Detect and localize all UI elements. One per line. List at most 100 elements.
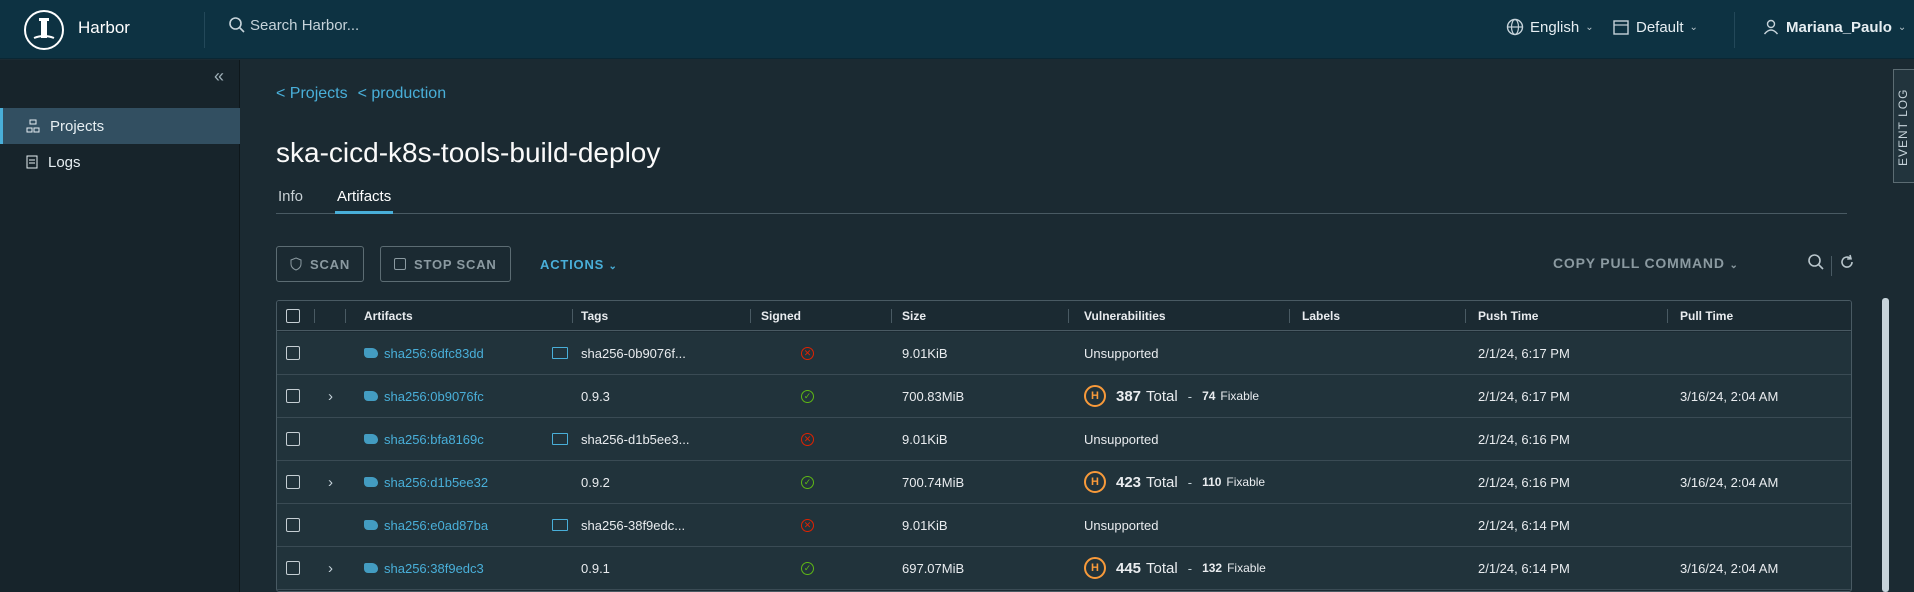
row-expand-chevron-icon[interactable]: ›: [328, 461, 333, 503]
artifact-digest[interactable]: sha256:38f9edc3: [384, 561, 484, 576]
docker-icon: [364, 563, 378, 573]
row-select-checkbox[interactable]: [286, 504, 300, 546]
vuln-dash: -: [1187, 560, 1193, 576]
vulnerability-summary[interactable]: H 387 Total -74 Fixable: [1084, 375, 1259, 417]
table-row[interactable]: › sha256:0b9076fc 0.9.3 ✓ 700.83MiB H 387 Total…: [277, 375, 1851, 418]
table-row[interactable]: › sha256:d1b5ee32 0.9.2 ✓ 700.74MiB H 423 Total…: [277, 461, 1851, 504]
vulnerability-unsupported: Unsupported: [1084, 345, 1159, 361]
table-row[interactable]: sha256:6dfc83dd sha256-0b9076f... ✕ 9.01KiB…: [277, 332, 1851, 375]
main-content: < Projects < production ska-cicd-k8s-too…: [241, 60, 1891, 592]
artifact-link[interactable]: sha256:d1b5ee32: [364, 461, 488, 503]
tab-artifacts[interactable]: Artifacts: [335, 188, 394, 214]
artifact-digest[interactable]: sha256:e0ad87ba: [384, 518, 488, 533]
signed-check-icon: ✓: [801, 547, 814, 589]
sidebar-item-logs[interactable]: Logs: [0, 144, 240, 180]
row-select-checkbox[interactable]: [286, 332, 300, 374]
artifact-digest[interactable]: sha256:0b9076fc: [384, 389, 484, 404]
column-header-labels[interactable]: Labels: [1302, 301, 1340, 330]
collapse-sidebar-icon[interactable]: «: [214, 66, 224, 87]
copy-pull-command-dropdown[interactable]: COPY PULL COMMAND ⌄: [1553, 255, 1739, 271]
row-select-checkbox[interactable]: [286, 547, 300, 589]
pull-time-cell: 3/16/24, 2:04 AM: [1680, 560, 1779, 576]
table-row[interactable]: sha256:bfa8169c sha256-d1b5ee3... ✕ 9.01KiB…: [277, 418, 1851, 461]
pull-time-cell: 3/16/24, 2:04 AM: [1680, 474, 1779, 490]
search-icon: [229, 17, 245, 33]
artifact-link[interactable]: sha256:0b9076fc: [364, 375, 484, 417]
artifact-link[interactable]: sha256:bfa8169c: [364, 418, 484, 460]
unsigned-x-icon: ✕: [801, 504, 814, 546]
column-header-size[interactable]: Size: [902, 301, 926, 330]
column-separator: [1465, 309, 1466, 323]
size-cell: 700.83MiB: [902, 388, 965, 404]
chevron-down-icon: ⌄: [1585, 21, 1594, 33]
search-placeholder[interactable]: Search Harbor...: [250, 17, 359, 34]
artifact-link[interactable]: sha256:e0ad87ba: [364, 504, 488, 546]
global-search[interactable]: Search Harbor...: [228, 16, 359, 34]
unsigned-x-icon: ✕: [801, 418, 814, 460]
artifact-link[interactable]: sha256:38f9edc3: [364, 547, 484, 589]
toolbar-divider: [1831, 256, 1832, 276]
push-time-cell: 2/1/24, 6:17 PM: [1478, 388, 1570, 404]
artifact-link[interactable]: sha256:6dfc83dd: [364, 332, 484, 374]
artifact-digest[interactable]: sha256:d1b5ee32: [384, 475, 488, 490]
vulnerability-unsupported: Unsupported: [1084, 431, 1159, 447]
select-all-checkbox[interactable]: [286, 301, 300, 330]
row-expand-chevron-icon[interactable]: ›: [328, 375, 333, 417]
actions-dropdown[interactable]: ACTIONS ⌄: [540, 257, 618, 272]
vulnerability-summary[interactable]: H 445 Total -132 Fixable: [1084, 547, 1266, 589]
column-header-artifacts[interactable]: Artifacts: [364, 301, 413, 330]
sidebar-item-label: Projects: [50, 117, 105, 135]
language-dropdown[interactable]: English ⌄: [1506, 18, 1594, 36]
artifacts-datagrid: Artifacts Tags Signed Size Vulnerabiliti…: [276, 300, 1852, 592]
size-cell: 9.01KiB: [902, 431, 948, 447]
column-header-tags[interactable]: Tags: [581, 301, 608, 330]
vuln-fixable-label: Fixable: [1220, 389, 1260, 403]
artifact-digest[interactable]: sha256:6dfc83dd: [384, 346, 484, 361]
brand-name[interactable]: Harbor: [78, 18, 130, 38]
stop-scan-button[interactable]: STOP SCAN: [380, 246, 511, 282]
breadcrumb-projects-link[interactable]: < Projects: [276, 85, 348, 103]
vuln-fixable-label: Fixable: [1227, 561, 1266, 575]
calendar-icon: [1613, 20, 1629, 35]
row-expand-chevron-icon[interactable]: ›: [328, 547, 333, 589]
refresh-icon[interactable]: [1838, 253, 1856, 276]
severity-high-icon: H: [1084, 471, 1106, 493]
column-separator: [572, 309, 573, 323]
vulnerability-summary[interactable]: H 423 Total -110 Fixable: [1084, 461, 1265, 503]
row-select-checkbox[interactable]: [286, 461, 300, 503]
vuln-total: 423: [1116, 473, 1142, 491]
top-navigation-bar: Harbor Search Harbor... English ⌄ Defaul…: [0, 0, 1914, 59]
scheme-dropdown[interactable]: Default ⌄: [1612, 18, 1698, 36]
folder-icon[interactable]: [552, 332, 568, 374]
datagrid-header: Artifacts Tags Signed Size Vulnerabiliti…: [277, 301, 1851, 331]
harbor-logo-icon[interactable]: [24, 10, 64, 50]
column-header-vulnerabilities[interactable]: Vulnerabilities: [1084, 301, 1166, 330]
sidebar-item-projects[interactable]: Projects: [0, 108, 240, 144]
table-row[interactable]: sha256:e0ad87ba sha256-38f9edc... ✕ 9.01KiB…: [277, 504, 1851, 547]
copy-pull-command-label: COPY PULL COMMAND: [1553, 255, 1725, 271]
vuln-fixable: 132: [1202, 561, 1223, 575]
datagrid-scrollbar[interactable]: [1882, 298, 1889, 592]
row-select-checkbox[interactable]: [286, 418, 300, 460]
folder-icon[interactable]: [552, 418, 568, 460]
table-row[interactable]: › sha256:38f9edc3 0.9.1 ✓ 697.07MiB H 445 Total…: [277, 547, 1851, 590]
vulnerability-unsupported: Unsupported: [1084, 517, 1159, 533]
vuln-total-label: Total: [1146, 559, 1178, 577]
folder-icon[interactable]: [552, 504, 568, 546]
row-select-checkbox[interactable]: [286, 375, 300, 417]
user-menu[interactable]: Mariana_Paulo ⌄: [1762, 18, 1906, 36]
chevron-down-icon: ⌄: [1897, 21, 1907, 33]
column-header-push-time[interactable]: Push Time: [1478, 301, 1538, 330]
signed-check-icon: ✓: [801, 375, 814, 417]
tab-info[interactable]: Info: [276, 188, 305, 214]
artifact-digest[interactable]: sha256:bfa8169c: [384, 432, 484, 447]
docker-icon: [364, 477, 378, 487]
breadcrumb-production-link[interactable]: < production: [358, 85, 447, 103]
event-log-tab[interactable]: EVENT LOG: [1893, 69, 1914, 183]
column-header-pull-time[interactable]: Pull Time: [1680, 301, 1733, 330]
search-icon[interactable]: [1807, 253, 1825, 276]
scan-button[interactable]: SCAN: [276, 246, 365, 282]
stop-scan-label: STOP SCAN: [414, 256, 497, 272]
tags-cell: sha256-0b9076f...: [581, 345, 686, 361]
column-header-signed[interactable]: Signed: [761, 301, 801, 330]
